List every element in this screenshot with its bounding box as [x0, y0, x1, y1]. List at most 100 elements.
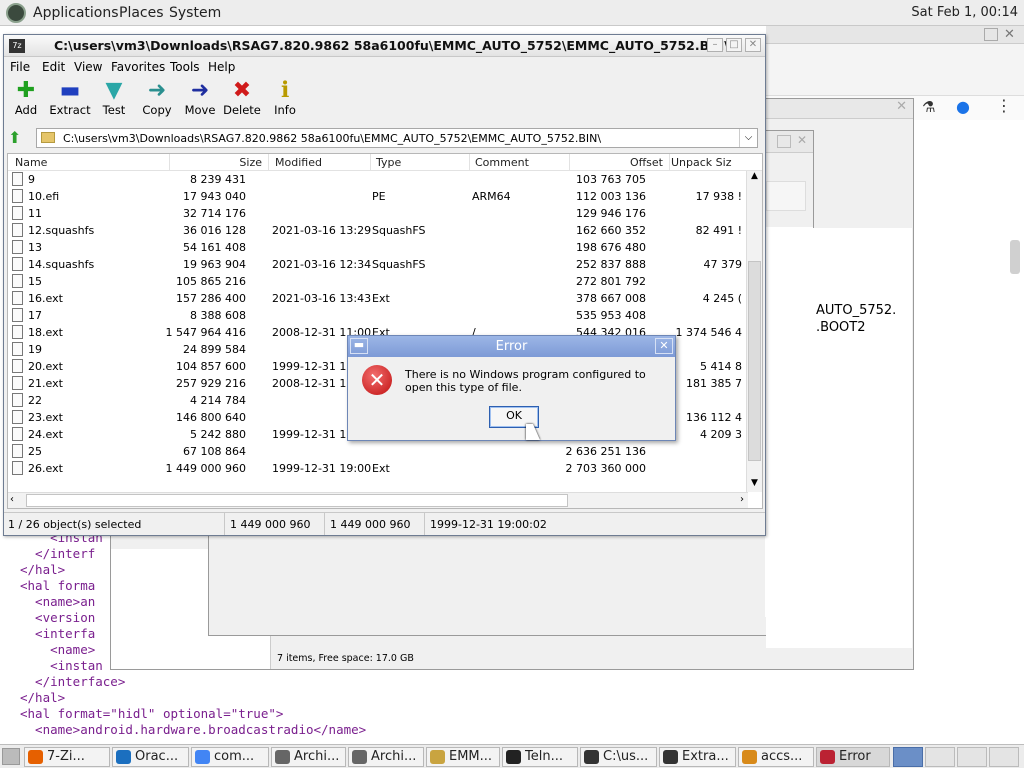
cell-unpack-size: 4 209 3 — [700, 428, 742, 441]
file-icon — [12, 172, 23, 186]
cell-modified: 1999-12-31 19: — [272, 428, 358, 441]
path-combobox[interactable]: C:\users\vm3\Downloads\RSAG7.820.9862 58… — [36, 128, 758, 148]
up-folder-icon[interactable]: ⬆ — [8, 128, 28, 147]
table-row[interactable]: 14.squashfs 19 963 904 2021-03-16 12:34 Squ… — [8, 256, 748, 273]
taskbar-item[interactable]: Extra... — [659, 747, 736, 767]
path-text: C:\users\vm3\Downloads\RSAG7.820.9862 58… — [63, 132, 602, 145]
taskbar-item[interactable]: Teln... — [502, 747, 578, 767]
close-button[interactable]: ✕ — [745, 38, 761, 52]
bg-maximize-icon — [777, 135, 791, 148]
profile-icon[interactable]: ● — [956, 97, 970, 116]
taskbar-item[interactable]: Archi... — [348, 747, 424, 767]
workspace-switcher-2[interactable] — [925, 747, 955, 767]
taskbar-item[interactable]: com... — [191, 747, 269, 767]
scroll-down-icon[interactable]: ▼ — [748, 478, 761, 492]
horizontal-scroll-thumb[interactable] — [26, 494, 568, 507]
column-header-modified[interactable]: Modified — [275, 156, 322, 169]
column-header-comment[interactable]: Comment — [475, 156, 529, 169]
scroll-up-icon[interactable]: ▲ — [748, 171, 761, 185]
column-header-unpack-siz[interactable]: Unpack Siz — [671, 156, 731, 169]
taskbar-item[interactable]: Orac... — [112, 747, 189, 767]
table-row[interactable]: 16.ext 157 286 400 2021-03-16 13:43 Ext 378 … — [8, 290, 748, 307]
7zip-icon — [663, 750, 678, 764]
cell-modified: 2021-03-16 12:34 — [272, 258, 372, 271]
flask-icon[interactable]: ⚗ — [922, 98, 935, 116]
workspace-switcher-4[interactable] — [989, 747, 1019, 767]
top-panel: Applications Places System Sat Feb 1, 00… — [0, 0, 1024, 26]
workspace-switcher-3[interactable] — [957, 747, 987, 767]
dialog-titlebar[interactable]: ▬ Error ✕ — [348, 336, 675, 357]
menu-file[interactable]: File — [10, 60, 30, 74]
column-header-type[interactable]: Type — [376, 156, 401, 169]
taskbar-label: Teln... — [525, 749, 563, 764]
clock[interactable]: Sat Feb 1, 00:14 — [911, 5, 1018, 20]
taskbar-item[interactable]: Archi... — [271, 747, 346, 767]
taskbar-label: 7-Zi... — [47, 749, 85, 764]
maximize-button[interactable]: □ — [726, 38, 742, 52]
bg-scrollbar-thumb[interactable] — [1010, 240, 1020, 274]
taskbar-item[interactable]: C:\us... — [580, 747, 657, 767]
7zip-app-icon[interactable]: 7z — [9, 39, 25, 53]
file-icon — [12, 206, 23, 220]
dialog-menu-button[interactable]: ▬ — [350, 338, 368, 354]
scroll-right-icon[interactable]: › — [740, 494, 744, 505]
cell-name: 11 — [28, 207, 42, 220]
scroll-left-icon[interactable]: ‹ — [10, 494, 14, 505]
table-row[interactable]: 26.ext 1 449 000 960 1999-12-31 19:00 Ext 2 … — [8, 460, 748, 477]
vertical-scrollbar[interactable]: ▲ ▼ — [746, 171, 762, 492]
places-menu[interactable]: Places — [119, 5, 164, 21]
table-row[interactable]: 25 67 108 864 2 636 251 136 — [8, 443, 748, 460]
gnome-foot-icon[interactable] — [6, 3, 26, 23]
table-row[interactable]: 11 32 714 176 129 946 176 — [8, 205, 748, 222]
file-icon — [12, 342, 23, 356]
window-titlebar[interactable]: 7z C:\users\vm3\Downloads\RSAG7.820.9862… — [4, 35, 765, 57]
table-row[interactable]: 9 8 239 431 103 763 705 — [8, 171, 748, 188]
table-row[interactable]: 13 54 161 408 198 676 480 — [8, 239, 748, 256]
dialog-close-button[interactable]: ✕ — [655, 338, 673, 354]
taskbar-label: C:\us... — [603, 749, 649, 764]
menu-view[interactable]: View — [74, 60, 102, 74]
table-row[interactable]: 12.squashfs 36 016 128 2021-03-16 13:29 Squ… — [8, 222, 748, 239]
menu-kebab-icon[interactable]: ⋮ — [996, 96, 1012, 115]
column-header-size[interactable]: Size — [239, 156, 262, 169]
menu-help[interactable]: Help — [208, 60, 235, 74]
file-icon — [12, 308, 23, 322]
toolbar-test-button[interactable]: ▼ Test — [92, 79, 136, 118]
taskbar: 7-Zi... Orac... com... Archi... Archi... EMM.… — [0, 744, 1024, 768]
table-row[interactable]: 17 8 388 608 535 953 408 — [8, 307, 748, 324]
taskbar-item[interactable]: accs... — [738, 747, 814, 767]
vertical-scroll-thumb[interactable] — [748, 261, 761, 461]
error-dialog: ▬ Error ✕ ✕ There is no Windows program … — [347, 335, 676, 441]
mouse-pointer-icon — [526, 424, 540, 440]
toolbar-info-button[interactable]: ℹ Info — [263, 79, 307, 118]
menu-tools[interactable]: Tools — [170, 60, 200, 74]
column-header-offset[interactable]: Offset — [630, 156, 663, 169]
chevron-down-icon[interactable]: ⌵ — [739, 129, 757, 147]
column-header-name[interactable]: Name — [15, 156, 47, 169]
workspace-switcher-1[interactable] — [893, 747, 923, 767]
toolbar-delete-button[interactable]: ✖ Delete — [220, 79, 264, 118]
taskbar-item[interactable]: Error — [816, 747, 890, 767]
menu-favorites[interactable]: Favorites — [111, 60, 165, 74]
toolbar-extract-button[interactable]: ▬ Extract — [48, 79, 92, 118]
system-menu[interactable]: System — [169, 5, 221, 21]
toolbar-add-button[interactable]: ✚ Add — [4, 79, 48, 118]
file-icon — [12, 223, 23, 237]
show-desktop-icon[interactable] — [2, 748, 20, 765]
taskbar-item[interactable]: 7-Zi... — [24, 747, 110, 767]
horizontal-scrollbar[interactable]: ‹ › — [8, 492, 748, 508]
applications-menu[interactable]: Applications — [33, 5, 119, 21]
xml-line: <version — [20, 610, 96, 625]
minimize-button[interactable]: – — [707, 38, 723, 52]
cell-offset: 162 660 352 — [576, 224, 646, 237]
taskbar-item[interactable]: EMM... — [426, 747, 500, 767]
archive-icon — [275, 750, 290, 764]
toolbar-move-button[interactable]: ➜ Move — [178, 79, 222, 118]
toolbar-copy-button[interactable]: ➜ Copy — [135, 79, 179, 118]
file-icon — [12, 359, 23, 373]
table-row[interactable]: 10.efi 17 943 040 PE ARM64 112 003 136 17 938… — [8, 188, 748, 205]
taskbar-label: EMM... — [449, 749, 493, 764]
menu-edit[interactable]: Edit — [42, 60, 65, 74]
cell-size: 257 929 216 — [176, 377, 246, 390]
table-row[interactable]: 15 105 865 216 272 801 792 — [8, 273, 748, 290]
